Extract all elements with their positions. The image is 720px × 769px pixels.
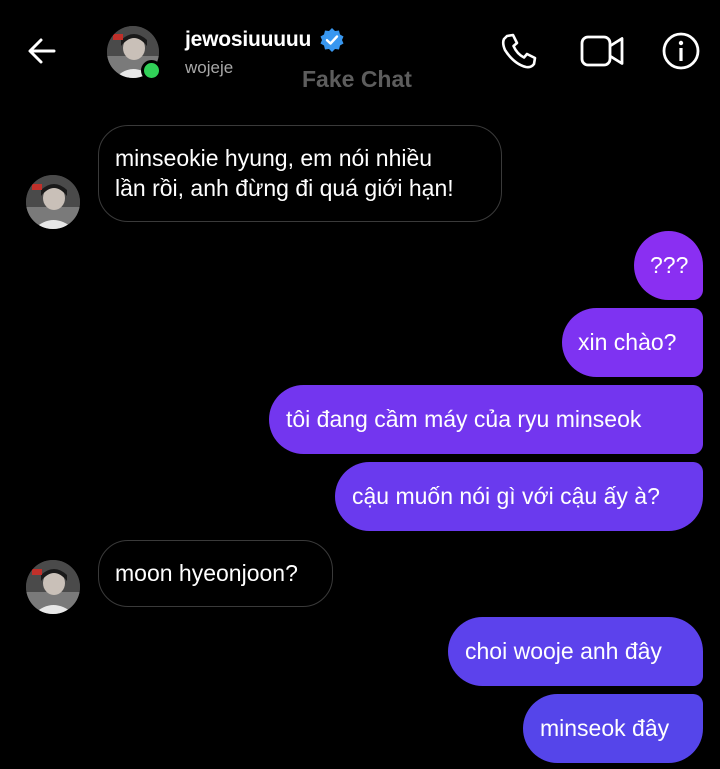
sent-message-bubble[interactable]: ???: [634, 231, 703, 300]
contact-username: wojeje: [185, 58, 234, 77]
message-text: xin chào?: [578, 329, 677, 355]
sent-message-bubble[interactable]: tôi đang cầm máy của ryu minseok: [269, 385, 703, 454]
contact-name[interactable]: jewosiuuuuu: [185, 28, 311, 52]
sent-message-bubble[interactable]: cậu muốn nói gì với cậu ấy à?: [335, 462, 703, 531]
sent-message-bubble[interactable]: minseok đây: [523, 694, 703, 763]
message-text: tôi đang cầm máy của ryu minseok: [286, 406, 642, 432]
message-text-line: lần rồi, anh đừng đi quá giới hạn!: [115, 175, 454, 201]
contact-avatar[interactable]: [107, 26, 162, 81]
received-message-bubble[interactable]: minseokie hyung, em nói nhiều lần rồi, a…: [98, 125, 502, 222]
sender-avatar[interactable]: [26, 560, 80, 614]
message-text: ???: [650, 252, 689, 278]
message-text: choi wooje anh đây: [465, 638, 662, 664]
info-icon[interactable]: [660, 30, 702, 72]
message-text: cậu muốn nói gì với cậu ấy à?: [352, 483, 660, 509]
online-status-dot: [141, 60, 162, 81]
sender-avatar[interactable]: [26, 175, 80, 229]
sent-message-bubble[interactable]: xin chào?: [562, 308, 703, 377]
chat-header: jewosiuuuuu wojeje Fake Chat: [0, 0, 720, 108]
message-text-line: minseokie hyung, em nói nhiều: [115, 145, 433, 171]
verified-badge-icon: [320, 28, 344, 52]
phone-icon[interactable]: [498, 30, 540, 72]
video-camera-icon[interactable]: [579, 30, 625, 72]
received-message-bubble[interactable]: moon hyeonjoon?: [98, 540, 333, 607]
back-arrow-icon[interactable]: [24, 33, 60, 69]
message-text: minseok đây: [540, 715, 670, 741]
watermark: Fake Chat: [302, 66, 412, 92]
message-text: moon hyeonjoon?: [115, 560, 298, 586]
sent-message-bubble[interactable]: choi wooje anh đây: [448, 617, 703, 686]
